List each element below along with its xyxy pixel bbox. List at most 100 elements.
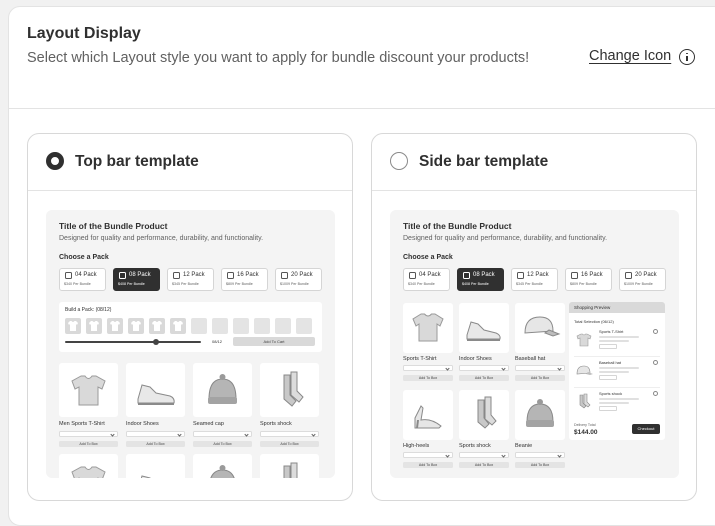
side-bar-preview: Title of the Bundle Product Designed for…: [390, 210, 679, 478]
change-icon-link[interactable]: Change Icon: [589, 48, 671, 64]
add-to-box-button: Add To Box: [260, 441, 319, 447]
top-bar-radio[interactable]: [46, 152, 64, 170]
pack-price: $1009 Per Bundle: [280, 282, 309, 286]
pack-label: 08 Pack: [473, 272, 495, 278]
bundle-subtitle: Designed for quality and performance, du…: [403, 235, 608, 242]
side-bar-template-option[interactable]: Side bar template Title of the Bundle Pr…: [371, 133, 697, 501]
socks-icon: [283, 371, 304, 407]
top-bar-template-label: Top bar template: [75, 153, 199, 170]
product-name: Beanie: [515, 443, 533, 449]
pack-price: $809 Per Bundle: [226, 282, 253, 286]
shoe-icon: [137, 384, 175, 405]
tshirt-slot: [128, 318, 144, 334]
pack-list: 04 Pack $340 Per Bundle 08 Pack $408 Per B…: [59, 268, 323, 291]
product-name: Indoor Shoes: [459, 356, 492, 362]
build-a-pack-box: Build a Pack: (08/12) 08/12 Add To Cart: [59, 302, 322, 352]
pack-price: $408 Per Bundle: [462, 282, 489, 286]
top-bar-template-option[interactable]: Top bar template Title of the Bundle Pro…: [27, 133, 353, 501]
add-to-box-button: Add To Box: [459, 462, 509, 468]
pack-option: 04 Pack $340 Per Bundle: [59, 268, 106, 291]
socks-icon: [283, 462, 298, 478]
pack-option: 12 Pack $345 Per Bundle: [511, 268, 558, 291]
tshirt-icon: [412, 313, 444, 342]
cart-item: Baseball hat: [574, 359, 660, 385]
cart-item-line: [599, 371, 629, 373]
box-icon: [281, 272, 288, 279]
product-name: Men Sports T-Shirt: [59, 421, 105, 427]
pack-price: $340 Per Bundle: [408, 282, 435, 286]
box-icon: [517, 272, 524, 279]
remove-icon: [653, 360, 658, 365]
tshirt-slot: [170, 318, 186, 334]
product-name: Sports T-Shirt: [403, 356, 437, 362]
tshirt-icon: [71, 375, 106, 406]
socks-icon: [477, 396, 497, 429]
empty-slot: [296, 318, 312, 334]
bundle-title: Title of the Bundle Product: [403, 221, 512, 231]
empty-slot: [275, 318, 291, 334]
beanie-icon: [526, 399, 554, 427]
divider: [574, 387, 660, 388]
box-icon: [625, 272, 632, 279]
variant-dropdown: [515, 452, 565, 458]
product-image-tshirt: [403, 303, 453, 353]
add-to-box-button: Add To Box: [59, 441, 118, 447]
shopping-preview-panel: Shopping Preview Total Selection (06/12)…: [569, 302, 665, 440]
product-image-socks: [260, 454, 319, 478]
beanie-icon: [208, 374, 237, 404]
variant-dropdown: [403, 365, 453, 371]
pack-option: 12 Pack $345 Per Bundle: [167, 268, 214, 291]
pack-price: $809 Per Bundle: [570, 282, 597, 286]
product-image-heels: [403, 390, 453, 440]
product-image-beanie: [193, 363, 252, 417]
option-header: Side bar template: [372, 134, 696, 191]
pack-option-selected: 08 Pack $408 Per Bundle: [457, 268, 504, 291]
box-icon: [119, 272, 126, 279]
info-icon[interactable]: [679, 49, 695, 65]
delivery-total-label: Delivery Total: [574, 423, 596, 427]
build-pack-label: Build a Pack: (08/12): [65, 307, 112, 313]
side-bar-radio[interactable]: [390, 152, 408, 170]
pack-label: 16 Pack: [581, 272, 603, 278]
tshirt-slot: [149, 318, 165, 334]
choose-pack-label: Choose a Pack: [403, 254, 453, 261]
product-image-tshirt: [59, 363, 118, 417]
pack-option: 16 Pack $809 Per Bundle: [565, 268, 612, 291]
remove-icon: [653, 329, 658, 334]
product-image-tshirt: [59, 454, 118, 478]
section-description: Select which Layout style you want to ap…: [27, 50, 530, 66]
pack-list: 04 Pack $340 Per Bundle 08 Pack $408 Per B…: [403, 268, 667, 291]
add-to-box-button: Add To Box: [403, 462, 453, 468]
cart-item-line: [599, 398, 639, 400]
cart-item-name: Sports shock: [599, 391, 623, 396]
cap-icon: [576, 365, 593, 375]
pack-label: 16 Pack: [237, 272, 259, 278]
product-name: Sports shock: [459, 443, 491, 449]
pack-price: $1009 Per Bundle: [624, 282, 653, 286]
checkout-button: Checkout: [632, 424, 660, 434]
empty-slot: [212, 318, 228, 334]
pack-label: 12 Pack: [183, 272, 205, 278]
box-icon: [173, 272, 180, 279]
cart-item-line: [599, 367, 639, 369]
box-icon: [65, 272, 72, 279]
product-name: Indoor Shoes: [126, 421, 159, 427]
heels-icon: [414, 405, 442, 429]
variant-dropdown: [515, 365, 565, 371]
build-count: 08/12: [212, 339, 223, 344]
bundle-subtitle: Designed for quality and performance, du…: [59, 235, 264, 242]
tshirt-slot: [107, 318, 123, 334]
add-to-cart-button: Add To Cart: [233, 337, 315, 346]
pack-price: $340 Per Bundle: [64, 282, 91, 286]
product-image-socks: [459, 390, 509, 440]
add-to-box-button: Add To Box: [126, 441, 185, 447]
pack-price: $345 Per Bundle: [516, 282, 543, 286]
add-to-box-button: Add To Box: [403, 375, 453, 381]
section-title: Layout Display: [27, 25, 141, 42]
top-bar-preview: Title of the Bundle Product Designed for…: [46, 210, 335, 478]
pack-label: 08 Pack: [129, 272, 151, 278]
product-image-shoes: [126, 454, 185, 478]
empty-slot: [254, 318, 270, 334]
total-selection: Total Selection (06/12): [574, 319, 614, 324]
delivery-total-amount: $144.00: [574, 429, 598, 436]
